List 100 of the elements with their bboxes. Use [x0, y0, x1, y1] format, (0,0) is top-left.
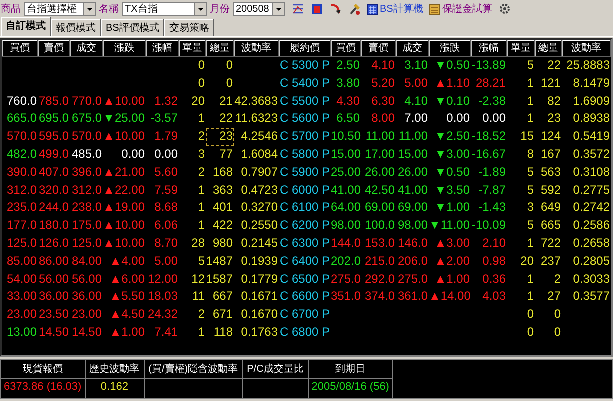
table-cell-text: 1	[197, 324, 206, 341]
table-cell-text: 675.0	[70, 110, 103, 128]
table-cell-text: 7.41	[154, 324, 179, 341]
column-header: 漲幅	[471, 40, 507, 57]
table-cell-text: 2	[197, 306, 206, 324]
table-cell-text: 82	[546, 92, 562, 110]
tab[interactable]: 報價模式	[51, 19, 101, 36]
table-cell-text: 0.2550	[240, 217, 279, 234]
tab[interactable]: BS評價模式	[101, 19, 164, 36]
table-cell-text: 0.2145	[240, 234, 279, 252]
table-cell-text: -16.67	[471, 146, 507, 163]
tab[interactable]: 交易策略	[164, 19, 214, 36]
table-cell-text: 0	[553, 306, 562, 324]
tools-icon[interactable]	[349, 3, 361, 15]
table-cell-text: 153.0	[364, 234, 396, 252]
table-cell-text: 0	[526, 306, 535, 324]
table-cell-text: 11.00	[398, 128, 429, 146]
table-cell-text: 5	[526, 182, 535, 199]
table-cell-text: 1	[197, 217, 206, 234]
product-dropdown[interactable]: 台指選擇權	[24, 2, 96, 16]
table-cell-text: 0.5419	[572, 128, 611, 146]
table-cell-text: 6.06	[154, 217, 179, 234]
table-icon	[429, 4, 440, 14]
table-cell-text: 27	[546, 288, 562, 306]
table-cell-text: 235.0	[6, 199, 38, 216]
table-cell-text: 5	[526, 57, 535, 74]
summary-header: 現貨報價	[1, 360, 85, 379]
strike-cell-text: C 5500 P	[279, 92, 331, 110]
table-cell-text: 2	[197, 128, 206, 146]
strike-cell-text: C 6000 P	[279, 182, 331, 199]
table-cell-text: 126.0	[38, 234, 70, 252]
table-cell-text: 0	[225, 74, 234, 92]
table-cell-text: 396.0	[70, 164, 103, 181]
table-cell-text: 1	[526, 74, 535, 92]
table-cell-text: 0.2658	[572, 234, 611, 252]
table-cell-text: 54.00	[6, 270, 38, 288]
bs-calculator-link[interactable]: BS計算機	[367, 2, 424, 16]
column-header: 賣價	[38, 40, 70, 57]
table-cell-text: 56.00	[70, 270, 103, 288]
table-cell-text: 4.10	[404, 92, 429, 110]
table-cell-text: 8	[526, 146, 535, 163]
table-cell-text: 0.8938	[572, 110, 611, 128]
table-cell-text: 20	[520, 252, 535, 270]
table-cell-text: 28.21	[474, 74, 507, 92]
table-cell-text: 77	[218, 146, 234, 163]
table-cell-text: 23.00	[6, 306, 38, 324]
table-cell-text: 0.1763	[240, 324, 279, 341]
table-cell-text: -7.87	[478, 182, 507, 199]
month-dropdown[interactable]: 200508	[233, 2, 285, 16]
table-cell-text: 0.98	[482, 252, 507, 270]
table-cell-text: 17.00	[364, 146, 396, 163]
tab[interactable]: 自訂模式	[1, 17, 51, 36]
settings-icon[interactable]	[499, 3, 512, 15]
table-cell-text: 180.0	[38, 217, 70, 234]
table-cell-text: 760.0	[6, 92, 38, 110]
table-cell-text: 5.00	[154, 252, 179, 270]
strike-cell-text: C 6300 P	[279, 234, 331, 252]
link-text[interactable]: 保證金試算	[442, 2, 492, 16]
table-cell-text: 292.0	[364, 270, 396, 288]
table-cell-text: -1.43	[478, 199, 507, 216]
table-cell-text: 5.60	[154, 164, 179, 181]
curve-arrow-icon[interactable]	[330, 3, 342, 15]
table-cell-text: ▼2.50	[434, 128, 471, 146]
table-cell-text: 2	[197, 164, 206, 181]
table-cell-text: 175.0	[70, 217, 103, 234]
name-dropdown[interactable]: TX台指	[122, 2, 207, 16]
table-cell-text: 3	[197, 146, 206, 163]
table-cell-text: 20	[190, 92, 206, 110]
window-icon[interactable]	[311, 3, 323, 15]
table-cell-text: 42.3683	[234, 92, 279, 110]
table-cell-text: 0.3577	[572, 288, 611, 306]
table-cell-text: 25.8883	[566, 57, 611, 74]
column-header: 總量	[535, 40, 562, 57]
table-cell-text: 215.0	[364, 252, 396, 270]
table-cell-text: 202.0	[331, 252, 361, 270]
table-cell-text: 0.1939	[240, 252, 279, 270]
table-cell-text: 5.20	[370, 74, 396, 92]
table-cell-text: 695.0	[38, 110, 70, 128]
table-cell-text: 0.3108	[572, 164, 611, 181]
table-cell-text: 144.0	[331, 234, 361, 252]
table-cell-text: ▲14.00	[429, 288, 471, 306]
link-text[interactable]: BS計算機	[380, 2, 424, 16]
table-cell-text: ▲1.00	[108, 324, 146, 341]
table-cell-text: 42.50	[364, 182, 396, 199]
table-cell-text: 124	[540, 128, 562, 146]
table-cell-text: 8.70	[154, 234, 179, 252]
column-header: 買價	[331, 40, 361, 57]
table-cell-text: 125.0	[70, 234, 103, 252]
strike-cell-text: C 5300 P	[279, 57, 331, 74]
table-cell-text: 363	[212, 182, 234, 199]
chart-icon[interactable]	[292, 3, 304, 15]
margin-calculator-link[interactable]: 保證金試算	[429, 2, 492, 16]
column-header: 波動率	[562, 40, 611, 57]
table-cell-text: 482.0	[6, 146, 38, 163]
table-cell-text: 1	[197, 110, 206, 128]
name-label: 名稱	[99, 3, 119, 16]
table-cell-text: 6.50	[336, 110, 361, 128]
table-cell-text: ▼3.50	[434, 182, 471, 199]
table-cell-text: 570.0	[6, 128, 38, 146]
table-cell-text: 14.50	[38, 324, 70, 341]
